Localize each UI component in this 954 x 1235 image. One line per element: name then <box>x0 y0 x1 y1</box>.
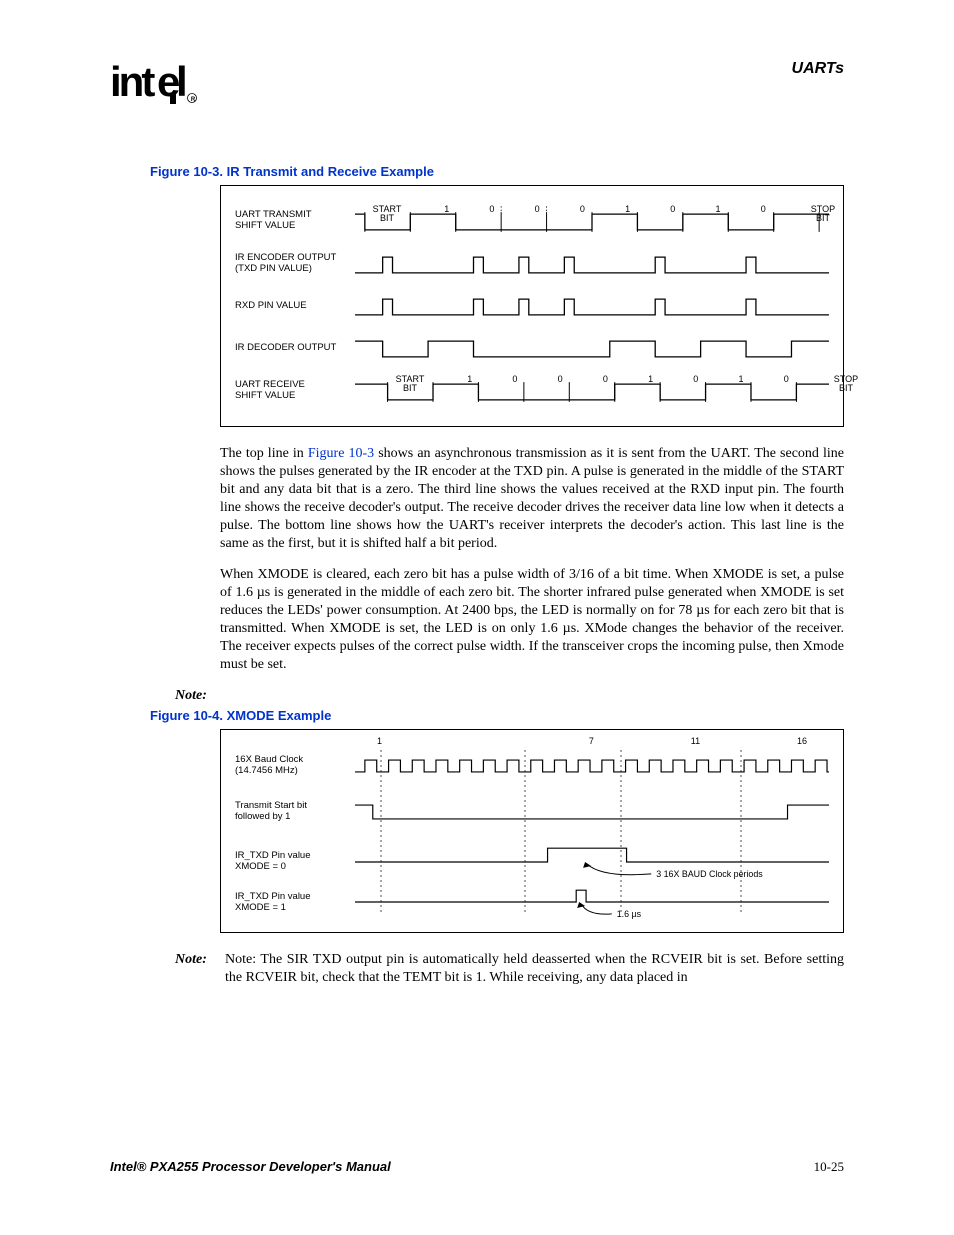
svg-text:int: int <box>110 60 155 104</box>
fig3-label-row4: IR DECODER OUTPUT <box>235 343 355 354</box>
para-1: The top line in Figure 10-3 shows an asy… <box>220 445 844 552</box>
intel-logo: int l e R <box>110 60 210 104</box>
fig4-wave-1 <box>355 754 829 778</box>
section-header: UARTs <box>792 60 844 78</box>
fig3-label-row2: IR ENCODER OUTPUT (TXD PIN VALUE) <box>235 253 355 275</box>
figure-10-4: 1 7 11 16 16X Baud Clock (14.7456 MHz) T… <box>220 729 844 933</box>
fig4-label-row1: 16X Baud Clock (14.7456 MHz) <box>235 755 355 777</box>
fig4-label-row4: IR_TXD Pin value XMODE = 1 <box>235 892 355 914</box>
figure-10-3: UART TRANSMIT SHIFT VALUE START BIT 1 0 … <box>220 185 844 427</box>
fig3-wave-3 <box>355 293 829 319</box>
note-empty: Note: <box>175 688 844 704</box>
fig4-wave-4: 1.6 µs <box>355 886 829 920</box>
fig4-wave-3: 3 16X BAUD Clock periods <box>355 844 829 880</box>
fig4-ann2: 1.6 µs <box>617 909 642 919</box>
fig3-label-row3: RXD PIN VALUE <box>235 301 355 312</box>
fig3-label-row5: UART RECEIVE SHIFT VALUE <box>235 380 355 402</box>
figure-10-4-caption: Figure 10-4. XMODE Example <box>150 708 844 723</box>
note-2: Note: Note: The SIR TXD output pin is au… <box>175 951 844 987</box>
figure-10-3-caption: Figure 10-3. IR Transmit and Receive Exa… <box>150 164 844 179</box>
fig4-ann1: 3 16X BAUD Clock periods <box>656 869 763 879</box>
fig3-bits-bottom: START BIT 1 0 0 0 1 0 1 0 STOP BIT <box>393 375 863 394</box>
fig4-label-row2: Transmit Start bit followed by 1 <box>235 801 355 823</box>
fig3-wave-4 <box>355 335 829 361</box>
fig4-label-row3: IR_TXD Pin value XMODE = 0 <box>235 851 355 873</box>
fig4-wave-2 <box>355 801 829 823</box>
footer-title: Intel® PXA255 Processor Developer's Manu… <box>110 1159 391 1175</box>
para-2: When XMODE is cleared, each zero bit has… <box>220 566 844 673</box>
page-number: 10-25 <box>814 1159 844 1175</box>
fig4-ticks: 1 7 11 16 <box>377 736 807 746</box>
fig3-wave-2 <box>355 251 829 277</box>
fig3-label-row1: UART TRANSMIT SHIFT VALUE <box>235 210 355 232</box>
fig3-bits-top: START BIT 1 0 0 0 1 0 1 0 STOP BIT <box>370 205 840 224</box>
figure-10-3-link[interactable]: Figure 10-3 <box>308 446 374 461</box>
